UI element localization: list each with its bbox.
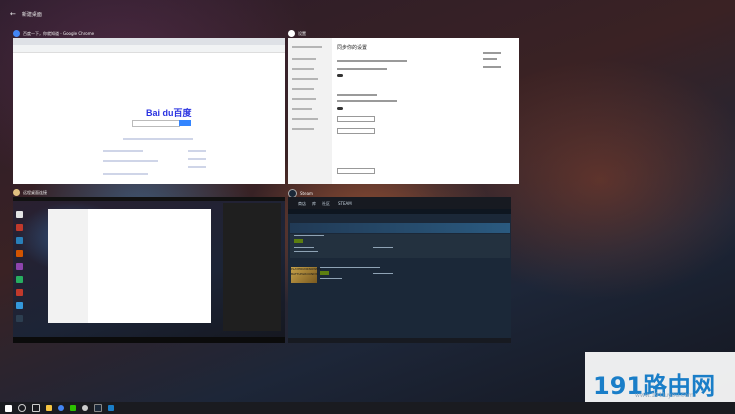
settings-dropdown[interactable] <box>337 116 375 122</box>
steam-icon[interactable] <box>94 404 102 412</box>
remote-desktop-icon <box>13 189 20 196</box>
chrome-icon[interactable] <box>58 405 64 411</box>
task-view-icon[interactable] <box>32 404 40 412</box>
nested-settings-sidebar <box>48 209 88 323</box>
start-icon[interactable] <box>5 404 12 412</box>
watermark-url: www.191luyou.com <box>635 392 694 399</box>
sidebar-row <box>292 46 322 48</box>
steam-game-text <box>320 267 380 268</box>
nested-taskbar <box>13 337 285 343</box>
news-line <box>103 150 143 152</box>
related-link[interactable] <box>483 58 497 60</box>
hot-list-line <box>188 166 206 168</box>
toggle[interactable] <box>337 107 343 110</box>
arrow-left-icon[interactable]: ← <box>10 10 16 18</box>
desktop-shortcut-icon <box>16 250 23 257</box>
remote-desktop-thumbnail[interactable] <box>13 197 285 343</box>
hot-list-line <box>188 150 206 152</box>
steam-nav-steam[interactable]: STEAM <box>338 201 352 206</box>
sidebar-row <box>292 128 314 130</box>
related-link[interactable] <box>483 66 501 68</box>
settings-heading: 同步你的设置 <box>337 45 368 51</box>
chrome-tab-strip <box>13 38 285 45</box>
search-icon[interactable] <box>18 404 26 412</box>
chrome-window-thumbnail[interactable]: Bai du百度 <box>13 38 285 184</box>
desktop-shortcut-icon <box>16 302 23 309</box>
desktop-shortcut-icon <box>16 211 23 218</box>
window-title-settings[interactable]: 设置 <box>288 30 306 37</box>
window-title-text: 百度一下，你就知道 - Google Chrome <box>23 30 95 36</box>
steam-subnav <box>288 209 511 214</box>
steam-game-text <box>373 247 393 248</box>
steam-nav-community[interactable]: 社区 <box>322 201 330 207</box>
baidu-search-button <box>179 120 191 126</box>
sidebar-row <box>292 88 314 90</box>
steam-game-text <box>294 251 318 252</box>
steam-game-text <box>294 247 314 248</box>
window-title-chrome[interactable]: 百度一下，你就知道 - Google Chrome <box>13 30 94 37</box>
steam-game-text <box>320 278 342 279</box>
remote-top-strip <box>13 197 285 201</box>
steam-game-text <box>373 273 393 274</box>
news-tabs <box>123 138 193 140</box>
settings-dropdown[interactable] <box>337 128 375 134</box>
nested-settings-window <box>48 209 211 323</box>
steam-footer <box>288 338 511 343</box>
baidu-search-box <box>132 120 180 127</box>
steam-nav-store[interactable]: 商店 <box>298 201 306 207</box>
settings-text <box>337 94 377 96</box>
settings-icon <box>288 30 295 37</box>
desktop-shortcut-icon <box>16 224 23 231</box>
news-line <box>103 160 158 162</box>
sidebar-row <box>292 108 312 110</box>
file-explorer-icon[interactable] <box>46 405 52 411</box>
settings-dropdown[interactable] <box>337 168 375 174</box>
watermark: 191路由网 www.191luyou.com <box>585 352 735 402</box>
sidebar-row <box>292 118 318 120</box>
sidebar-row <box>292 58 316 60</box>
window-title-desktop[interactable]: 远程桌面连接 <box>13 189 47 196</box>
news-line <box>103 173 148 175</box>
sidebar-row <box>292 68 314 70</box>
wechat-icon[interactable] <box>70 405 76 411</box>
steam-window-thumbnail[interactable]: 商店 库 社区 STEAM PLAYERUNKNOWN'S BATTLEGROU… <box>288 197 511 343</box>
related-link[interactable] <box>483 52 501 54</box>
nested-dark-panel <box>223 203 281 331</box>
store-icon[interactable] <box>108 405 114 411</box>
chrome-icon <box>13 30 20 37</box>
steam-game-row <box>290 234 510 258</box>
desktop-shortcut-icon <box>16 289 23 296</box>
sync-toggle[interactable] <box>337 74 343 77</box>
settings-text <box>337 100 397 102</box>
settings-text <box>337 60 407 62</box>
desktop-shortcut-icon <box>16 276 23 283</box>
desktop-shortcut-icon <box>16 315 23 322</box>
desktop-shortcut-icon <box>16 237 23 244</box>
steam-game-text <box>294 235 324 236</box>
sidebar-row <box>292 78 318 80</box>
top-bar-label: 新建桌面 <box>21 11 42 18</box>
steam-play-button[interactable] <box>320 271 329 275</box>
pubg-cover[interactable]: PLAYERUNKNOWN'S BATTLEGROUNDS <box>291 267 321 283</box>
taskbar <box>0 402 735 414</box>
hot-list-line <box>188 158 206 160</box>
settings-icon[interactable] <box>82 405 88 411</box>
steam-play-button[interactable] <box>294 239 303 243</box>
top-bar: ← 新建桌面 <box>10 10 42 18</box>
baidu-logo: Bai du百度 <box>146 108 192 118</box>
window-title-text: 设置 <box>298 30 306 36</box>
window-title-text: 远程桌面连接 <box>23 189 47 195</box>
steam-banner <box>290 223 510 233</box>
settings-window-thumbnail[interactable]: 同步你的设置 <box>288 38 519 184</box>
window-title-text: Steam <box>300 191 313 196</box>
settings-text <box>337 68 387 70</box>
sidebar-row <box>292 98 316 100</box>
chrome-toolbar <box>13 45 285 53</box>
desktop-shortcut-icon <box>16 263 23 270</box>
steam-nav-library[interactable]: 库 <box>312 201 316 207</box>
